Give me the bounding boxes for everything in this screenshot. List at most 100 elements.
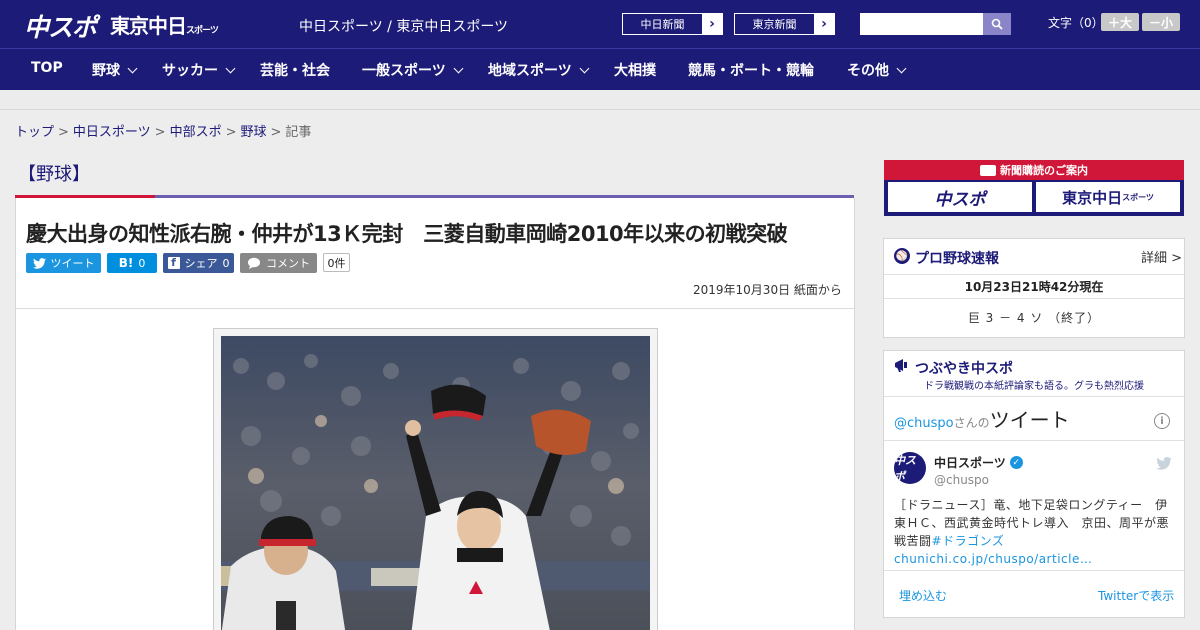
- site-tagline: 中日スポーツ / 東京中日スポーツ: [299, 19, 509, 35]
- comment-count: 0件: [323, 253, 350, 272]
- chevron-down-icon: [453, 63, 464, 73]
- breadcrumb-current: 記事: [285, 125, 312, 140]
- twitter-tweets-word: ツイート: [989, 408, 1070, 432]
- tokyo-shimbun-label: 東京新聞: [752, 18, 797, 31]
- chuspo-avatar[interactable]: 中スポ: [894, 452, 926, 484]
- subscription-tokyo-small: スポーツ: [1122, 192, 1154, 202]
- article-date: 2019年10月30日 紙面から: [693, 283, 842, 297]
- hatena-icon: B!: [118, 256, 134, 270]
- nav-label: 大相撲: [614, 63, 656, 79]
- nav-item-general-sports[interactable]: 一般スポーツ: [362, 60, 464, 80]
- twitter-embed-link[interactable]: 埋め込む: [899, 587, 947, 604]
- nav-item-racing[interactable]: 競馬・ボート・競輪: [688, 60, 814, 80]
- comment-button[interactable]: コメント: [240, 253, 317, 273]
- subscription-header: 新聞購読のご案内: [884, 160, 1184, 180]
- info-icon[interactable]: i: [1154, 413, 1170, 429]
- nav-label: 地域スポーツ: [488, 63, 572, 79]
- baseball-icon: ⚾: [894, 248, 910, 264]
- font-size-label: 文字（0）: [1048, 16, 1104, 30]
- twitter-divider: [884, 396, 1184, 397]
- chuspo-logo[interactable]: 中スポ: [24, 8, 97, 44]
- nav-item-soccer[interactable]: サッカー: [162, 60, 236, 80]
- twitter-panel-title: つぶやき中スポ: [915, 361, 1013, 377]
- breadcrumb-separator: >: [225, 125, 237, 140]
- verified-badge-icon: ✓: [1009, 456, 1023, 469]
- twitter-handle-suffix: さんの: [953, 416, 990, 430]
- tweet-account-handle[interactable]: @chuspo: [934, 473, 989, 487]
- chevron-down-icon: [127, 63, 138, 73]
- subscription-tokyo-text: 東京中日: [1062, 188, 1123, 207]
- tweet-text: ［ドラニュース］竜、地下足袋ロングティー 伊東ＨＣ、西武黄金時代トレ導入 京田、…: [894, 496, 1174, 568]
- subscription-chuspo-logo[interactable]: 中スポ: [888, 182, 1032, 212]
- view-on-twitter-link[interactable]: Twitterで表示: [1098, 587, 1174, 604]
- tweet-label: ツイート: [50, 257, 95, 270]
- speech-bubble-icon: [248, 257, 260, 269]
- tokyo-shimbun-link[interactable]: 東京新聞 ›: [734, 13, 835, 35]
- hatena-bookmark-button[interactable]: B! 0: [107, 253, 157, 273]
- chevron-right-icon: ›: [702, 14, 722, 34]
- nav-label: 野球: [92, 63, 120, 79]
- search-icon: [991, 18, 1003, 30]
- article-divider: [16, 308, 854, 309]
- newspaper-icon: [980, 164, 996, 176]
- nav-item-top[interactable]: TOP: [31, 60, 63, 76]
- facebook-count: 0: [222, 256, 230, 270]
- font-increase-button[interactable]: ＋大: [1101, 13, 1139, 31]
- twitter-panel-subtitle: ドラ戦観戦の本紙評論家も語る。グラも熱烈応援: [924, 381, 1144, 392]
- chunichi-shimbun-link[interactable]: 中日新聞 ›: [622, 13, 723, 35]
- comment-label: コメント: [266, 257, 310, 270]
- article-photo[interactable]: [221, 336, 650, 630]
- breadcrumb-separator: >: [270, 125, 282, 140]
- pitcher-celebration-photo: [221, 336, 650, 630]
- tweet-account-name[interactable]: 中日スポーツ ✓: [934, 454, 1023, 471]
- baseball-panel-title: プロ野球速報: [915, 251, 999, 267]
- ad-strip: [0, 90, 1200, 110]
- tokyo-logo-small: スポーツ: [186, 26, 219, 36]
- subscription-tokyo-logo[interactable]: 東京中日 スポーツ: [1036, 182, 1180, 212]
- baseball-score[interactable]: 巨 3 － 4 ソ （終了）: [884, 298, 1184, 336]
- search-input[interactable]: [860, 13, 983, 35]
- chevron-down-icon: [579, 63, 590, 73]
- nav-label: 芸能・社会: [260, 63, 330, 79]
- megaphone-icon: [894, 357, 910, 373]
- facebook-share-button[interactable]: f シェア 0: [163, 253, 234, 273]
- category-heading: 【野球】: [18, 164, 90, 185]
- nav-label: サッカー: [162, 63, 218, 79]
- twitter-handle-link[interactable]: @chuspo: [894, 416, 954, 431]
- nav-item-other[interactable]: その他: [847, 60, 907, 80]
- baseball-timestamp: 10月23日21時42分現在: [884, 274, 1184, 298]
- breadcrumb-top[interactable]: トップ: [15, 125, 54, 140]
- chevron-down-icon: [896, 63, 907, 73]
- twitter-timeline-header: @chuspoさんのツイート: [894, 404, 1070, 433]
- hatena-count: 0: [138, 256, 146, 270]
- twitter-divider: [884, 570, 1184, 571]
- nav-item-baseball[interactable]: 野球: [92, 60, 138, 80]
- chevron-down-icon: [225, 63, 236, 73]
- facebook-share-label: シェア: [184, 257, 218, 270]
- nav-label: その他: [847, 63, 889, 79]
- font-decrease-button[interactable]: －小: [1142, 13, 1180, 31]
- breadcrumb-chunichi-sports[interactable]: 中日スポーツ: [73, 125, 151, 140]
- breadcrumb-separator: >: [58, 125, 69, 140]
- search-button[interactable]: [983, 13, 1011, 35]
- twitter-bird-icon: [32, 257, 46, 269]
- chunichi-shimbun-label: 中日新聞: [640, 18, 685, 31]
- nav-item-local-sports[interactable]: 地域スポーツ: [488, 60, 590, 80]
- nav-label: TOP: [31, 60, 63, 76]
- nav-item-entertainment[interactable]: 芸能・社会: [260, 60, 330, 80]
- nav-label: 競馬・ボート・競輪: [688, 63, 814, 79]
- breadcrumb-baseball[interactable]: 野球: [241, 125, 267, 140]
- chevron-right-icon: ›: [814, 14, 834, 34]
- tokyo-chunichi-logo[interactable]: 東京中日スポーツ: [110, 10, 219, 39]
- tokyo-logo-text: 東京中日: [110, 14, 187, 38]
- tweet-account-name-text: 中日スポーツ: [934, 456, 1006, 470]
- subscription-title: 新聞購読のご案内: [1000, 164, 1088, 177]
- baseball-detail-link[interactable]: 詳細 >: [1141, 247, 1182, 266]
- nav-label: 一般スポーツ: [362, 63, 446, 79]
- breadcrumb-chubu-spo[interactable]: 中部スポ: [170, 125, 222, 140]
- tweet-button[interactable]: ツイート: [26, 253, 101, 273]
- twitter-bird-icon[interactable]: [1156, 455, 1172, 474]
- nav-item-sumo[interactable]: 大相撲: [614, 60, 656, 80]
- twitter-divider: [884, 440, 1184, 441]
- breadcrumb: トップ > 中日スポーツ > 中部スポ > 野球 > 記事: [15, 121, 311, 140]
